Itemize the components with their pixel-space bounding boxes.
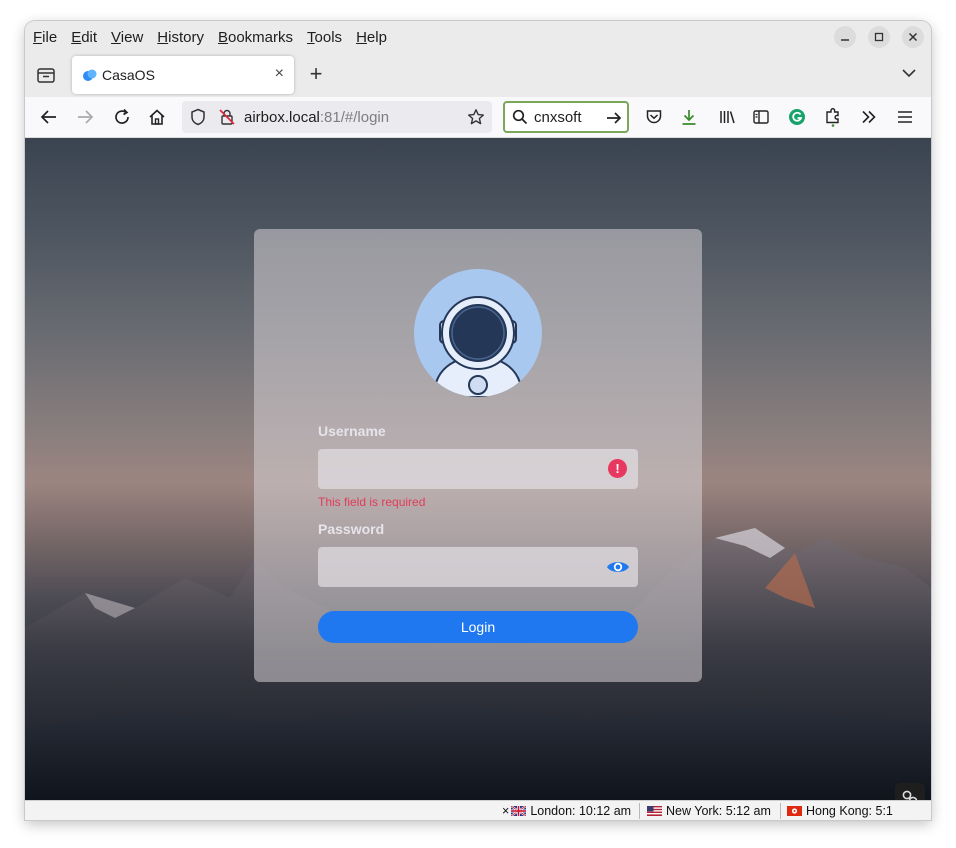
back-button[interactable] (39, 107, 59, 127)
status-separator (639, 803, 640, 819)
page-content: Username ! This field is required Passwo… (25, 138, 931, 800)
app-menu-button[interactable] (895, 107, 915, 127)
nav-bar: airbox.local:81/#/login cnxsoft (25, 97, 931, 138)
home-icon (149, 109, 165, 125)
us-flag-icon (647, 806, 662, 816)
insecure-lock-icon[interactable] (218, 108, 236, 126)
puzzle-icon (826, 108, 839, 127)
grammarly-button[interactable] (787, 107, 807, 127)
back-arrow-icon (40, 110, 56, 124)
login-card: Username ! This field is required Passwo… (254, 229, 702, 682)
search-icon (512, 109, 528, 125)
close-window-button[interactable] (902, 26, 924, 48)
password-input[interactable] (318, 547, 638, 587)
error-icon: ! (608, 459, 627, 478)
minimize-button[interactable] (834, 26, 856, 48)
hamburger-icon (898, 111, 912, 123)
eye-icon[interactable] (606, 559, 630, 575)
firefox-view-icon[interactable] (35, 65, 57, 85)
pocket-icon (646, 110, 662, 124)
maximize-icon (874, 32, 884, 42)
bookmark-star-icon[interactable] (467, 108, 485, 126)
tab-casaos[interactable]: CasaOS × (72, 56, 294, 94)
link-widget-button[interactable] (895, 783, 925, 800)
sidebar-button[interactable] (751, 107, 771, 127)
more-tools-button[interactable] (859, 107, 879, 127)
password-label: Password (318, 521, 385, 537)
menu-help[interactable]: Help (356, 29, 387, 46)
username-input[interactable] (318, 449, 638, 489)
extensions-button[interactable] (823, 107, 843, 127)
hong-kong-flag-icon (787, 806, 802, 816)
status-bar: × London: 10:12 am New York: 5:12 am Hon… (25, 800, 931, 820)
menu-bar: File Edit View History Bookmarks Tools H… (25, 21, 931, 53)
forward-arrow-icon (78, 110, 94, 124)
home-button[interactable] (147, 107, 167, 127)
downloads-button[interactable] (679, 107, 699, 127)
download-icon (682, 110, 696, 125)
minimize-icon (841, 39, 849, 41)
menu-history[interactable]: History (157, 29, 204, 46)
tab-close-icon[interactable]: × (275, 65, 284, 83)
username-error-message: This field is required (318, 495, 426, 509)
link-icon (902, 790, 918, 800)
reload-button[interactable] (112, 107, 132, 127)
address-bar[interactable]: airbox.local:81/#/login (182, 101, 492, 133)
go-arrow-icon[interactable] (606, 110, 622, 126)
chevrons-right-icon (862, 110, 876, 124)
tab-title: CasaOS (102, 67, 155, 83)
astronaut-icon (432, 296, 524, 397)
username-label: Username (318, 423, 386, 439)
list-all-tabs-icon[interactable] (901, 65, 917, 81)
browser-window: File Edit View History Bookmarks Tools H… (25, 21, 931, 820)
pocket-button[interactable] (644, 107, 664, 127)
url-text[interactable]: airbox.local:81/#/login (244, 109, 389, 126)
reload-icon (115, 108, 129, 124)
status-separator (780, 803, 781, 819)
library-button[interactable] (717, 107, 737, 127)
casaos-favicon-icon (83, 69, 97, 81)
menu-file[interactable]: File (33, 29, 57, 46)
clock-new-york: New York: 5:12 am (647, 804, 771, 818)
menu-tools[interactable]: Tools (307, 29, 342, 46)
search-box[interactable]: cnxsoft (503, 101, 629, 133)
status-close-icon[interactable]: × (502, 804, 509, 818)
avatar (414, 269, 542, 397)
new-tab-button[interactable]: + (306, 61, 326, 87)
login-button[interactable]: Login (318, 611, 638, 643)
search-input[interactable]: cnxsoft (534, 109, 582, 126)
clock-london: × London: 10:12 am (502, 804, 632, 818)
forward-button[interactable] (75, 107, 95, 127)
sidebar-icon (753, 110, 769, 124)
menu-edit[interactable]: Edit (71, 29, 97, 46)
menu-view[interactable]: View (111, 29, 143, 46)
tab-strip: CasaOS × + (25, 53, 931, 97)
menu-bookmarks[interactable]: Bookmarks (218, 29, 293, 46)
close-icon (908, 32, 918, 42)
clock-hong-kong: Hong Kong: 5:1 (787, 804, 893, 818)
maximize-button[interactable] (868, 26, 890, 48)
grammarly-icon (789, 109, 805, 125)
shield-icon[interactable] (189, 108, 207, 126)
library-icon (720, 111, 735, 124)
uk-flag-icon (511, 806, 527, 816)
